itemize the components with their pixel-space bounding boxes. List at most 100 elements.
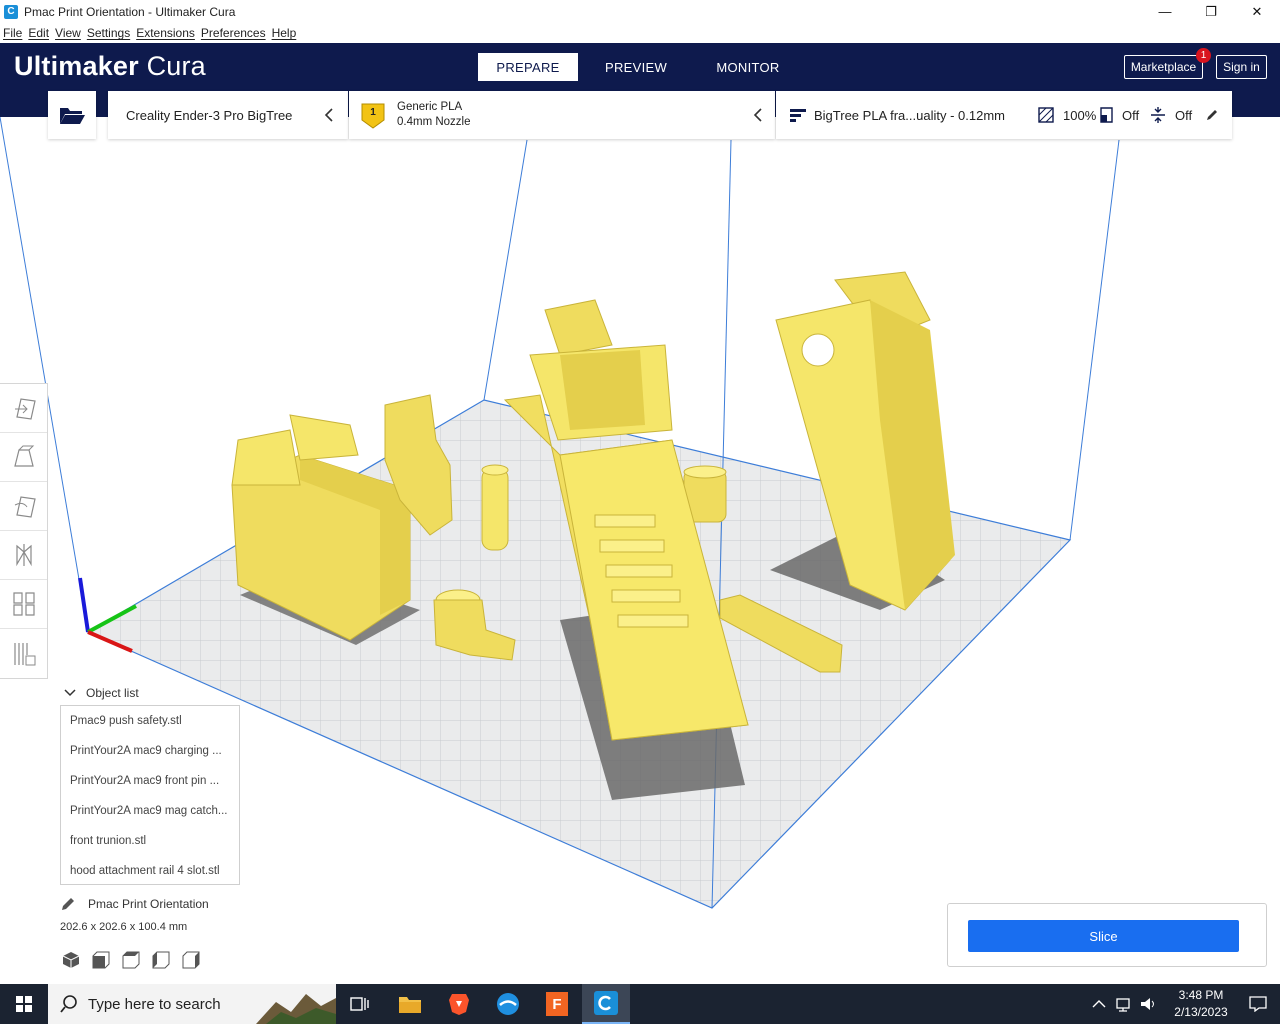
file-explorer-button[interactable] xyxy=(386,984,434,1024)
view-front-button[interactable] xyxy=(92,950,122,970)
move-tool-button[interactable] xyxy=(0,384,47,433)
menu-preferences[interactable]: Preferences xyxy=(201,26,266,40)
infill-icon xyxy=(1038,107,1054,123)
printer-selector[interactable]: Creality Ender-3 Pro BigTree xyxy=(108,91,348,139)
list-item[interactable]: PrintYour2A mac9 charging ... xyxy=(61,736,239,766)
view-left-button[interactable] xyxy=(152,950,182,970)
logo-brand: Ultimaker xyxy=(14,51,139,81)
object-list-title: Object list xyxy=(86,686,139,700)
nozzle-size: 0.4mm Nozzle xyxy=(397,116,471,128)
printer-name: Creality Ender-3 Pro BigTree xyxy=(126,107,293,123)
clock-date: 2/13/2023 xyxy=(1174,1005,1228,1019)
marketplace-button[interactable]: Marketplace xyxy=(1124,55,1203,79)
task-view-icon xyxy=(350,997,369,1011)
clock-time: 3:48 PM xyxy=(1178,988,1224,1002)
sign-in-label: Sign in xyxy=(1223,60,1260,74)
folder-icon xyxy=(399,997,421,1013)
list-item[interactable]: PrintYour2A mac9 front pin ... xyxy=(61,766,239,796)
adhesion-value: Off xyxy=(1175,107,1193,123)
rotate-tool-button[interactable] xyxy=(0,482,47,531)
clock[interactable]: 3:48 PM 2/13/2023 xyxy=(1166,987,1236,1021)
chevron-left-icon xyxy=(753,108,762,122)
menu-file[interactable]: File xyxy=(3,26,22,40)
volume-icon[interactable] xyxy=(1140,996,1158,1012)
menu-extensions[interactable]: Extensions xyxy=(136,26,195,40)
search-placeholder: Type here to search xyxy=(88,995,221,1013)
task-view-button[interactable] xyxy=(336,984,384,1024)
cura-icon xyxy=(594,991,618,1015)
sign-in-button[interactable]: Sign in xyxy=(1216,55,1267,79)
cube-top-icon xyxy=(122,951,140,969)
fusion360-button[interactable]: F xyxy=(533,984,581,1024)
per-model-settings-icon xyxy=(12,592,35,616)
logo-product: Cura xyxy=(146,51,206,81)
notification-icon xyxy=(1249,996,1267,1012)
chevron-up-icon[interactable] xyxy=(1092,999,1106,1009)
view-3d-button[interactable] xyxy=(62,950,92,970)
adhesion-icon xyxy=(1151,107,1165,123)
network-icon[interactable] xyxy=(1116,996,1134,1012)
project-name: Pmac Print Orientation xyxy=(88,897,209,911)
tab-prepare[interactable]: PREPARE xyxy=(478,53,578,81)
close-window-button[interactable]: ✕ xyxy=(1234,0,1280,23)
rotate-icon xyxy=(14,496,36,518)
restore-button[interactable]: ❐ xyxy=(1188,0,1234,23)
project-name-row[interactable]: Pmac Print Orientation xyxy=(60,896,209,912)
brave-browser-button[interactable] xyxy=(435,984,483,1024)
view-top-button[interactable] xyxy=(122,950,152,970)
marketplace-label: Marketplace xyxy=(1130,60,1197,74)
list-item[interactable]: front trunion.stl xyxy=(61,826,239,856)
tool-panel xyxy=(0,383,48,679)
support-blocker-button[interactable] xyxy=(0,629,47,678)
material-selector[interactable]: 1 Generic PLA 0.4mm Nozzle xyxy=(349,91,775,139)
edge-browser-button[interactable] xyxy=(484,984,532,1024)
windows-taskbar: Type here to search F 3:48 PM 2/13/2023 xyxy=(0,984,1280,1024)
tab-monitor[interactable]: MONITOR xyxy=(694,53,802,81)
z-axis xyxy=(78,577,90,633)
pencil-icon xyxy=(62,898,74,910)
per-model-settings-button[interactable] xyxy=(0,580,47,629)
search-highlight-image xyxy=(256,994,336,1024)
cura-taskbar-button[interactable] xyxy=(582,984,630,1024)
list-item[interactable]: Pmac9 push safety.stl xyxy=(61,706,239,736)
scale-icon xyxy=(13,445,34,467)
menu-view[interactable]: View xyxy=(55,26,81,40)
start-button[interactable] xyxy=(0,984,48,1024)
extruder-icon: 1 xyxy=(361,103,385,129)
mirror-icon xyxy=(15,544,32,567)
support-value: Off xyxy=(1122,107,1140,123)
minimize-button[interactable]: — xyxy=(1142,0,1188,23)
slice-button[interactable]: Slice xyxy=(968,920,1239,952)
system-tray: 3:48 PM 2/13/2023 xyxy=(1092,984,1280,1024)
extruder-number: 1 xyxy=(370,107,376,118)
menu-edit[interactable]: Edit xyxy=(28,26,49,40)
cube-left-icon xyxy=(152,951,170,969)
search-icon xyxy=(60,995,77,1013)
front-pin-model xyxy=(481,464,509,551)
move-icon xyxy=(14,398,36,420)
object-list: Pmac9 push safety.stl PrintYour2A mac9 c… xyxy=(60,705,240,885)
support-blocker-icon xyxy=(13,642,35,665)
menu-bar: File Edit View Settings Extensions Prefe… xyxy=(0,23,1280,43)
material-name: Generic PLA xyxy=(397,101,463,113)
list-item[interactable]: hood attachment rail 4 slot.stl xyxy=(61,856,239,886)
notification-button[interactable] xyxy=(1236,984,1280,1024)
stage-tabs: PREPARE PREVIEW MONITOR xyxy=(478,53,802,81)
view-right-button[interactable] xyxy=(182,950,212,970)
object-list-toggle[interactable]: Object list xyxy=(60,686,139,700)
scale-tool-button[interactable] xyxy=(0,433,47,482)
brave-lion-icon xyxy=(449,994,469,1015)
pencil-icon xyxy=(1207,110,1217,120)
print-settings-selector[interactable]: BigTree PLA fra...uality - 0.12mm 100% O… xyxy=(776,91,1232,139)
open-file-button[interactable] xyxy=(48,91,96,139)
tab-preview[interactable]: PREVIEW xyxy=(578,53,694,81)
profile-icon xyxy=(790,109,806,122)
list-item[interactable]: PrintYour2A mac9 mag catch... xyxy=(61,796,239,826)
cura-app-icon: C xyxy=(4,4,18,19)
folder-open-icon xyxy=(60,108,85,124)
taskbar-search-box[interactable]: Type here to search xyxy=(48,984,336,1024)
menu-help[interactable]: Help xyxy=(272,26,297,40)
mirror-tool-button[interactable] xyxy=(0,531,47,580)
menu-settings[interactable]: Settings xyxy=(87,26,130,40)
window-title-bar: C Pmac Print Orientation - Ultimaker Cur… xyxy=(0,0,1280,23)
